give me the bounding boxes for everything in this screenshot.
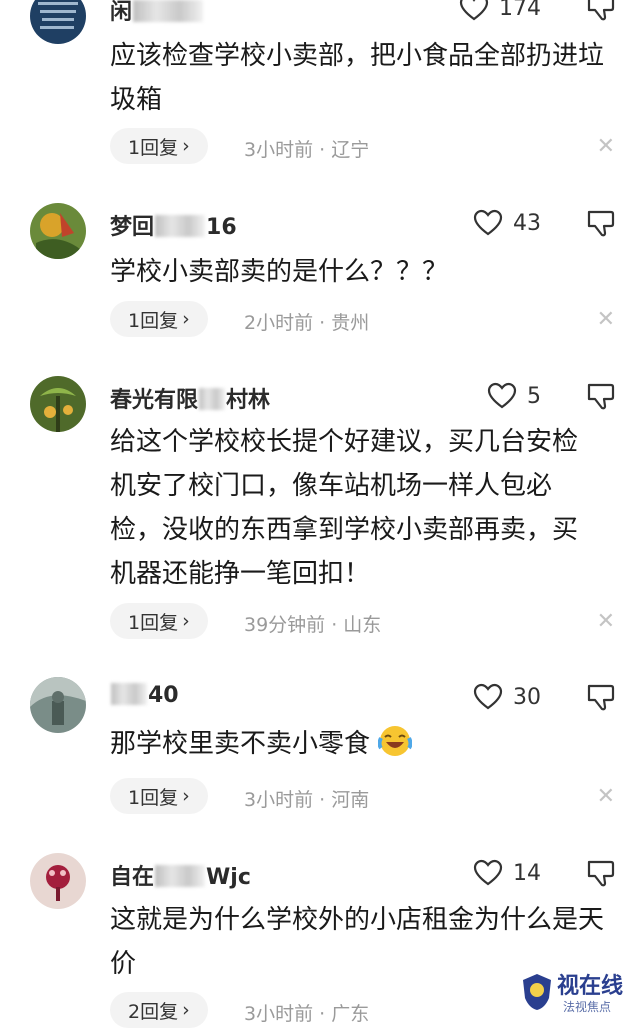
- comment-meta: 3小时前 · 辽宁: [244, 139, 370, 161]
- like-count: 14: [513, 860, 541, 886]
- username[interactable]: 梦回 16: [110, 209, 237, 241]
- username[interactable]: 40: [110, 683, 179, 708]
- avatar[interactable]: [30, 677, 86, 733]
- comment-meta: 3小时前 · 河南: [244, 789, 370, 811]
- reply-button[interactable]: 2回复 ›: [110, 992, 208, 1028]
- like-button[interactable]: 174: [459, 0, 541, 22]
- chevron-right-icon: ›: [182, 308, 190, 330]
- comment-text: 那学校里卖不卖小零食: [110, 722, 597, 766]
- thumbs-down-outline-icon[interactable]: [585, 858, 615, 888]
- chevron-right-icon: ›: [182, 999, 190, 1021]
- redacted-name: [133, 0, 204, 22]
- comment-text: 应该检查学校小卖部，把小食品全部扔进垃圾箱: [110, 41, 605, 115]
- username[interactable]: 自在 Wjc: [110, 859, 251, 891]
- redacted-name: [111, 683, 147, 705]
- avatar[interactable]: [30, 853, 86, 909]
- thumbs-down-outline-icon[interactable]: [585, 208, 615, 238]
- username-text: 闲: [110, 0, 133, 25]
- redacted-name: [155, 215, 206, 237]
- comment-text: 学校小卖部卖的是什么？？？: [110, 257, 449, 287]
- reply-button[interactable]: 1回复 ›: [110, 778, 208, 814]
- chevron-right-icon: ›: [182, 135, 190, 157]
- comment-meta: 39分钟前 · 山东: [244, 614, 382, 636]
- chevron-right-icon: ›: [182, 785, 190, 807]
- heart-outline-icon: [459, 0, 489, 21]
- like-count: 5: [527, 383, 541, 409]
- comment-text: 给这个学校校长提个好建议，买几台安检机安了校门口，像车站机场一样人包必检，没收的…: [110, 427, 579, 589]
- avatar[interactable]: [30, 203, 86, 259]
- thumbs-down-outline-icon[interactable]: [585, 0, 615, 22]
- watermark-logo: 视在线 法视焦点: [517, 966, 629, 1018]
- like-button[interactable]: 43: [473, 209, 541, 237]
- avatar[interactable]: [30, 0, 86, 44]
- thumbs-down-outline-icon[interactable]: [585, 682, 615, 712]
- chevron-right-icon: ›: [182, 610, 190, 632]
- username[interactable]: 春光有限 村林: [110, 382, 270, 414]
- redacted-name: [199, 388, 226, 410]
- reply-button[interactable]: 1回复 ›: [110, 128, 208, 164]
- heart-outline-icon: [473, 683, 503, 710]
- like-count: 43: [513, 210, 541, 236]
- close-icon[interactable]: ✕: [597, 784, 615, 809]
- username[interactable]: 闲: [110, 0, 204, 26]
- like-button[interactable]: 5: [487, 382, 541, 410]
- comment-meta: 2小时前 · 贵州: [244, 312, 370, 334]
- close-icon[interactable]: ✕: [597, 609, 615, 634]
- reply-button[interactable]: 1回复 ›: [110, 603, 208, 639]
- close-icon[interactable]: ✕: [597, 307, 615, 332]
- reply-button[interactable]: 1回复 ›: [110, 301, 208, 337]
- like-count: 174: [499, 0, 541, 21]
- like-button[interactable]: 30: [473, 683, 541, 711]
- heart-outline-icon: [473, 209, 503, 236]
- comment-meta: 3小时前 · 广东: [244, 1003, 370, 1025]
- heart-outline-icon: [487, 382, 517, 409]
- watermark-title: 视在线: [557, 973, 624, 999]
- like-button[interactable]: 14: [473, 859, 541, 887]
- laughing-crying-emoji: [378, 726, 413, 756]
- like-count: 30: [513, 684, 541, 710]
- heart-outline-icon: [473, 859, 503, 886]
- watermark-subtitle: 法视焦点: [563, 1000, 612, 1014]
- redacted-name: [155, 865, 206, 887]
- close-icon[interactable]: ✕: [597, 134, 615, 159]
- avatar[interactable]: [30, 376, 86, 432]
- thumbs-down-outline-icon[interactable]: [585, 381, 615, 411]
- police-badge-icon: [523, 974, 551, 1010]
